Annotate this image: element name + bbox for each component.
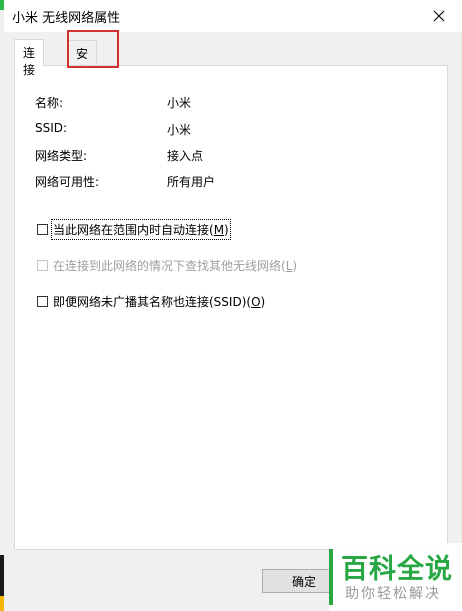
watermark-subtitle: 助你轻松解决 <box>345 586 441 602</box>
auto-connect-label: 当此网络在范围内时自动连接(M) <box>51 219 231 240</box>
watermark-logo: 百科全说 助你轻松解决 <box>329 543 462 611</box>
connect-hidden-ssid-label: 即便网络未广播其名称也连接(SSID)(O) <box>53 295 266 309</box>
tab-connection[interactable]: 连接 <box>14 39 45 77</box>
property-value: 接入点 <box>167 149 204 163</box>
auto-connect-checkbox[interactable] <box>37 224 48 235</box>
property-value: 小米 <box>167 96 192 110</box>
find-other-networks-label: 在连接到此网络的情况下查找其他无线网络(L) <box>53 259 298 273</box>
property-label: 名称: <box>35 96 64 110</box>
tab-panel-connection: 名称: 小米 SSID: 小米 网络类型: 接入点 网络可用性: 所有用户 当此… <box>14 65 448 550</box>
window-title: 小米 无线网络属性 <box>12 11 121 26</box>
property-label: 网络可用性: <box>35 175 100 189</box>
close-button[interactable] <box>416 0 462 32</box>
watermark-bar-icon <box>329 549 333 605</box>
auto-connect-checkbox-row[interactable]: 当此网络在范围内时自动连接(M) <box>37 219 231 240</box>
find-other-networks-checkbox <box>37 260 48 271</box>
property-label: 网络类型: <box>35 149 88 163</box>
title-bar: 小米 无线网络属性 <box>4 0 462 32</box>
property-label: SSID: <box>35 121 68 135</box>
close-icon <box>433 10 445 22</box>
property-value: 所有用户 <box>167 175 216 189</box>
properties-dialog: 小米 无线网络属性 连接 安全 名称: 小米 SSID: 小米 网络类型: 接入… <box>4 0 462 611</box>
connect-hidden-ssid-checkbox[interactable] <box>37 296 48 307</box>
connect-hidden-ssid-checkbox-row[interactable]: 即便网络未广播其名称也连接(SSID)(O) <box>37 293 265 310</box>
find-other-networks-checkbox-row: 在连接到此网络的情况下查找其他无线网络(L) <box>37 257 297 274</box>
watermark-title: 百科全说 <box>341 554 453 585</box>
security-tab-highlight-box <box>67 30 119 68</box>
property-value: 小米 <box>167 123 192 137</box>
